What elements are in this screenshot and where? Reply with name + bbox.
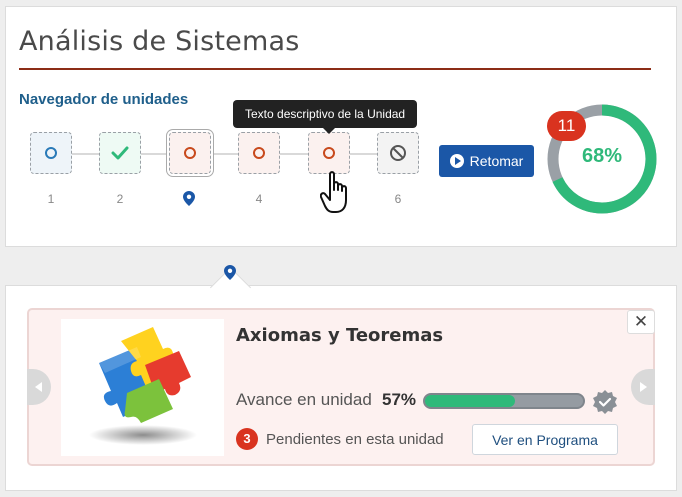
chevron-right-icon <box>640 382 647 392</box>
unit-pending-text: Pendientes en esta unidad <box>266 431 444 448</box>
ring-icon <box>253 147 265 159</box>
unit-number: 6 <box>394 192 402 206</box>
unit-6-button[interactable] <box>377 132 419 174</box>
close-icon: ✕ <box>633 312 649 331</box>
ban-icon <box>390 145 406 161</box>
unit-3-button[interactable] <box>169 132 211 174</box>
unit-1-button[interactable] <box>30 132 72 174</box>
location-pin-icon <box>224 265 236 280</box>
badge-seal-icon <box>593 390 617 414</box>
close-button[interactable]: ✕ <box>627 310 655 334</box>
unit-number: 4 <box>255 192 263 206</box>
pending-count-badge: 11 <box>547 111 586 141</box>
retomar-button[interactable]: Retomar <box>439 145 534 177</box>
title-divider <box>19 68 651 70</box>
play-icon <box>449 154 464 168</box>
retomar-label: Retomar <box>469 153 524 169</box>
unit-4-button[interactable] <box>238 132 280 174</box>
avance-label: Avance en unidad <box>236 390 372 409</box>
unit-progress-fill <box>425 395 516 407</box>
unit-tooltip: Texto descriptivo de la Unidad <box>233 100 418 134</box>
check-icon <box>111 146 129 160</box>
ring-icon <box>323 147 335 159</box>
ring-icon <box>184 147 196 159</box>
ring-icon <box>45 147 57 159</box>
unit-pending-badge: 3 <box>236 428 258 450</box>
unit-2-button[interactable] <box>99 132 141 174</box>
unit-number: 2 <box>116 192 124 206</box>
navigator-heading: Navegador de unidades <box>19 91 189 108</box>
unit-title: Axiomas y Teoremas <box>236 325 444 346</box>
overall-progress-label: 68% <box>581 145 623 167</box>
ver-en-programa-button[interactable]: Ver en Programa <box>472 424 618 455</box>
location-pin-icon <box>183 191 195 206</box>
unit-number: 1 <box>47 192 55 206</box>
unit-5-button[interactable] <box>308 132 350 174</box>
unit-progress-bar <box>423 393 585 409</box>
puzzle-icon <box>89 327 197 445</box>
chevron-left-icon <box>35 382 42 392</box>
unit-thumbnail <box>61 319 224 456</box>
page-title: Análisis de Sistemas <box>19 26 300 57</box>
avance-percent: 57% <box>382 390 417 409</box>
hand-cursor-icon <box>320 171 347 213</box>
